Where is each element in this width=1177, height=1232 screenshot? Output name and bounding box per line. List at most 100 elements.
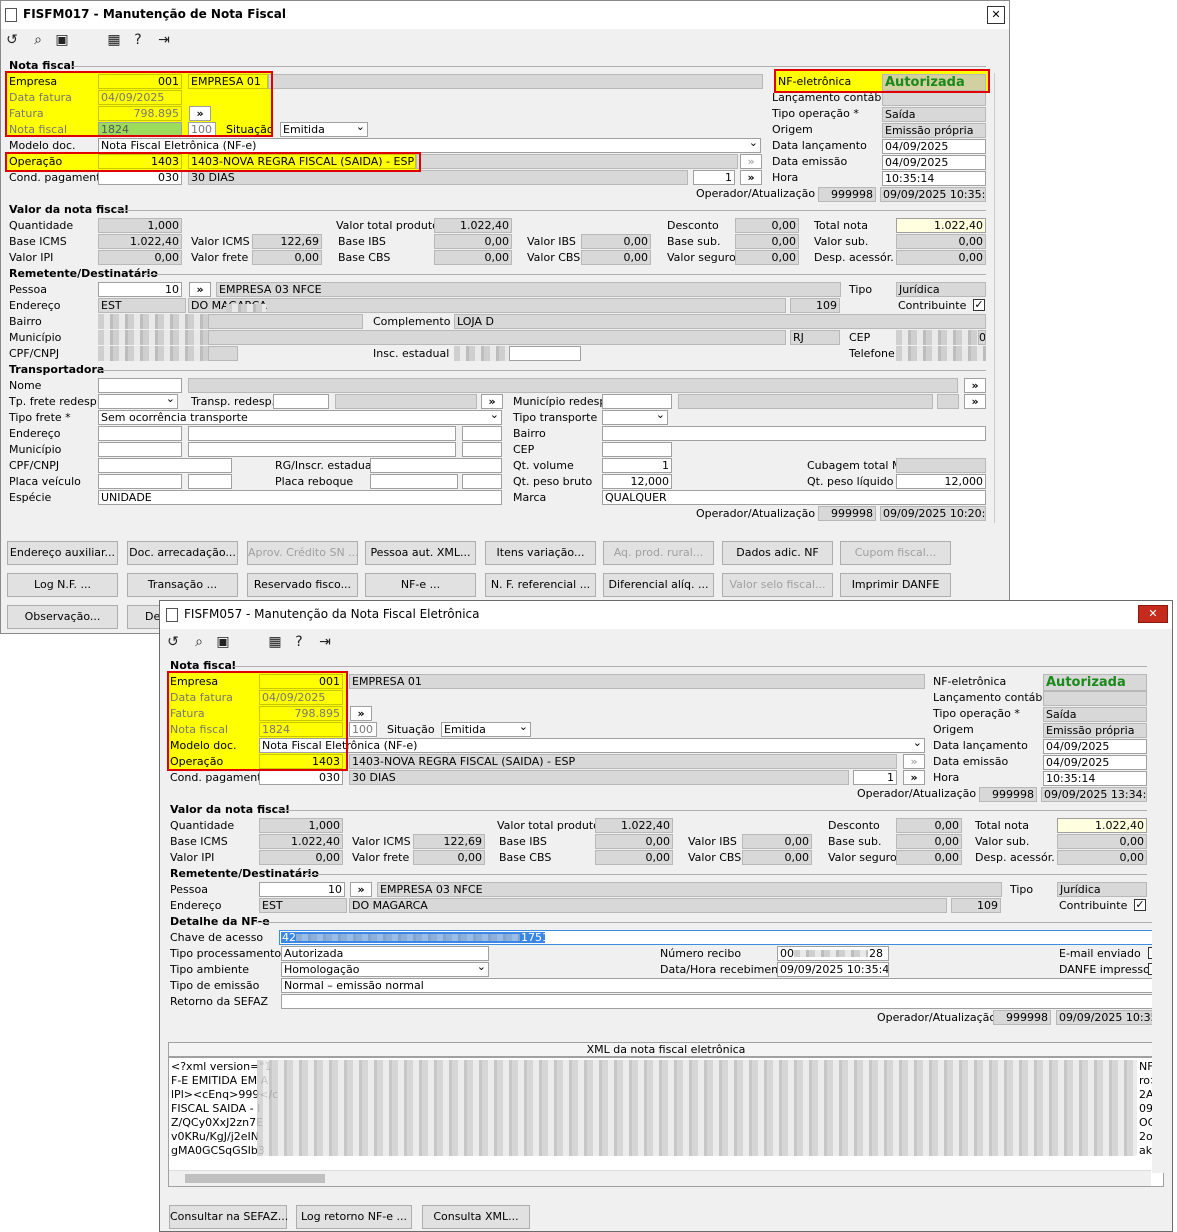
help-icon[interactable]: ? bbox=[290, 633, 308, 651]
window-title-2: FISFM057 - Manutenção da Nota Fiscal Ele… bbox=[184, 607, 480, 621]
tipo-ambiente-select[interactable]: Homologação bbox=[281, 962, 489, 977]
save-icon[interactable]: ▣ bbox=[214, 633, 232, 651]
transp-municipio-code[interactable] bbox=[98, 442, 182, 457]
save-icon[interactable]: ▣ bbox=[53, 31, 71, 49]
data-lancamento-field-2[interactable]: 04/09/2025 bbox=[1043, 739, 1147, 754]
calendar-icon[interactable]: ▦ bbox=[105, 31, 123, 49]
transp-redesp-lookup[interactable]: » bbox=[481, 394, 503, 409]
valor-icms-label-2: Valor ICMS bbox=[352, 835, 411, 848]
especie-field[interactable]: UNIDADE bbox=[98, 490, 502, 505]
placa-reboque-uf[interactable] bbox=[462, 474, 502, 489]
transportadora-lookup[interactable]: » bbox=[964, 378, 986, 393]
xml-hscrollbar[interactable] bbox=[169, 1170, 1151, 1186]
pessoa-lookup-button-2[interactable]: » bbox=[350, 882, 372, 897]
transp-endereco-nome[interactable] bbox=[188, 426, 456, 441]
dados-adic-nf-button[interactable]: Dados adic. NF bbox=[722, 541, 833, 565]
operacao-lookup-button[interactable]: » bbox=[740, 154, 762, 169]
exit-icon[interactable]: ⇥ bbox=[316, 633, 334, 651]
search-icon[interactable]: ⌕ bbox=[190, 633, 208, 651]
modelo-doc-select-2[interactable]: Nota Fiscal Eletrônica (NF-e) bbox=[259, 738, 925, 753]
marca-field[interactable]: QUALQUER bbox=[602, 490, 986, 505]
doc-arrecadacao-button[interactable]: Doc. arrecadação... bbox=[127, 541, 238, 565]
xml-textarea[interactable]: <?xml version="1 F-E EMITIDA EM A lPl><c… bbox=[168, 1057, 1164, 1187]
placa-uf-field[interactable] bbox=[188, 474, 232, 489]
modelo-doc-select[interactable]: Nota Fiscal Eletrônica (NF-e) bbox=[98, 138, 761, 153]
transp-cep-field[interactable] bbox=[602, 442, 672, 457]
data-lancamento-field[interactable]: 04/09/2025 bbox=[882, 139, 986, 154]
nfe-button[interactable]: NF-e ... bbox=[365, 573, 476, 597]
cond-pagamento-code[interactable]: 030 bbox=[98, 170, 182, 185]
valor-selo-fiscal-button[interactable]: Valor selo fiscal... bbox=[722, 573, 833, 597]
endereco-auxiliar-button[interactable]: Endereço auxiliar... bbox=[7, 541, 118, 565]
consultar-sefaz-button[interactable]: Consultar na SEFAZ... bbox=[169, 1205, 288, 1229]
xml-line-right: ak bbox=[1139, 1144, 1153, 1157]
transp-redesp-code[interactable] bbox=[273, 394, 329, 409]
mun-redesp-lookup[interactable]: » bbox=[964, 394, 986, 409]
cond-pagamento-code-2[interactable]: 030 bbox=[259, 770, 343, 785]
transp-municipio-uf[interactable] bbox=[462, 442, 502, 457]
diferencial-aliq-button[interactable]: Diferencial alíq. ... bbox=[603, 573, 714, 597]
contribuinte-checkbox-2[interactable]: ✓ bbox=[1134, 899, 1146, 911]
situacao-select[interactable]: Emitida bbox=[280, 122, 368, 137]
pessoa-lookup-button[interactable]: » bbox=[189, 282, 211, 297]
data-emissao-field-2[interactable]: 04/09/2025 bbox=[1043, 755, 1147, 770]
undo-icon[interactable]: ↺ bbox=[164, 633, 182, 651]
peso-liquido-field[interactable]: 12,000 bbox=[896, 474, 986, 489]
placa-field[interactable] bbox=[98, 474, 182, 489]
form-scrollbar[interactable] bbox=[994, 73, 1006, 523]
rg-field[interactable] bbox=[370, 458, 502, 473]
qt-volume-field[interactable]: 1 bbox=[602, 458, 672, 473]
tipo-transporte-select[interactable] bbox=[602, 410, 668, 425]
help-icon[interactable]: ? bbox=[129, 31, 147, 49]
xml-hscroll-thumb[interactable] bbox=[185, 1174, 325, 1183]
imprimir-danfe-button[interactable]: Imprimir DANFE bbox=[840, 573, 951, 597]
calendar-icon[interactable]: ▦ bbox=[266, 633, 284, 651]
aprov-credito-button[interactable]: Aprov. Crédito SN ... bbox=[247, 541, 359, 565]
itens-variacao-button[interactable]: Itens variação... bbox=[485, 541, 596, 565]
reservado-fisco-button[interactable]: Reservado fisco... bbox=[247, 573, 358, 597]
cond-pagamento-lookup-2[interactable]: » bbox=[903, 770, 925, 785]
undo-icon[interactable]: ↺ bbox=[3, 31, 21, 49]
pessoa-aut-xml-button[interactable]: Pessoa aut. XML... bbox=[365, 541, 476, 565]
log-nf-button[interactable]: Log N.F. ... bbox=[7, 573, 118, 597]
aq-prod-rural-button[interactable]: Aq. prod. rural... bbox=[603, 541, 714, 565]
cond-pagamento-parcelas[interactable]: 1 bbox=[693, 170, 735, 185]
cond-pagamento-lookup[interactable]: » bbox=[740, 170, 762, 185]
contribuinte-checkbox[interactable]: ✓ bbox=[973, 299, 985, 311]
transp-endereco-tipo[interactable] bbox=[98, 426, 182, 441]
transacao-button[interactable]: Transação ... bbox=[127, 573, 238, 597]
close-button-2[interactable]: ✕ bbox=[1138, 605, 1168, 623]
mun-redesp-uf bbox=[937, 394, 959, 409]
nf-referencial-button[interactable]: N. F. referencial ... bbox=[485, 573, 596, 597]
data-emissao-field[interactable]: 04/09/2025 bbox=[882, 155, 986, 170]
consulta-xml-button[interactable]: Consulta XML... bbox=[422, 1205, 530, 1229]
transp-municipio-nome[interactable] bbox=[188, 442, 456, 457]
close-button[interactable]: ✕ bbox=[987, 6, 1005, 24]
tipo-emissao-select[interactable]: Normal – emissão normal bbox=[281, 978, 1163, 993]
search-icon[interactable]: ⌕ bbox=[29, 31, 47, 49]
hora-field[interactable]: 10:35:14 bbox=[882, 171, 986, 186]
peso-bruto-field[interactable]: 12,000 bbox=[602, 474, 672, 489]
transp-cpf-field[interactable] bbox=[98, 458, 232, 473]
pessoa-code-field[interactable]: 10 bbox=[98, 282, 182, 297]
placa-reboque-field[interactable] bbox=[370, 474, 458, 489]
observacao-button[interactable]: Observação... bbox=[7, 605, 118, 629]
serie-field-2[interactable]: 100 bbox=[349, 722, 377, 737]
transp-endereco-num[interactable] bbox=[462, 426, 502, 441]
transp-bairro-field[interactable] bbox=[602, 426, 986, 441]
hora-field-2[interactable]: 10:35:14 bbox=[1043, 771, 1147, 786]
form-scrollbar-2[interactable] bbox=[1152, 673, 1164, 1173]
situacao-select-2[interactable]: Emitida bbox=[441, 722, 531, 737]
mun-redesp-code[interactable] bbox=[602, 394, 672, 409]
tp-frete-redesp-select[interactable] bbox=[98, 394, 178, 409]
cond-pagamento-parcelas-2[interactable]: 1 bbox=[853, 770, 897, 785]
tipo-frete-select[interactable]: Sem ocorrência transporte bbox=[98, 410, 502, 425]
exit-icon[interactable]: ⇥ bbox=[155, 31, 173, 49]
fatura-lookup-button-2[interactable]: » bbox=[350, 706, 372, 721]
pessoa-code-field-2[interactable]: 10 bbox=[259, 882, 345, 897]
cupom-fiscal-button[interactable]: Cupom fiscal... bbox=[840, 541, 951, 565]
transportadora-code[interactable] bbox=[98, 378, 182, 393]
operacao-lookup-button-2[interactable]: » bbox=[903, 754, 925, 769]
log-retorno-nfe-button[interactable]: Log retorno NF-e ... bbox=[296, 1205, 412, 1229]
transp-municipio-label: Município bbox=[9, 443, 62, 456]
